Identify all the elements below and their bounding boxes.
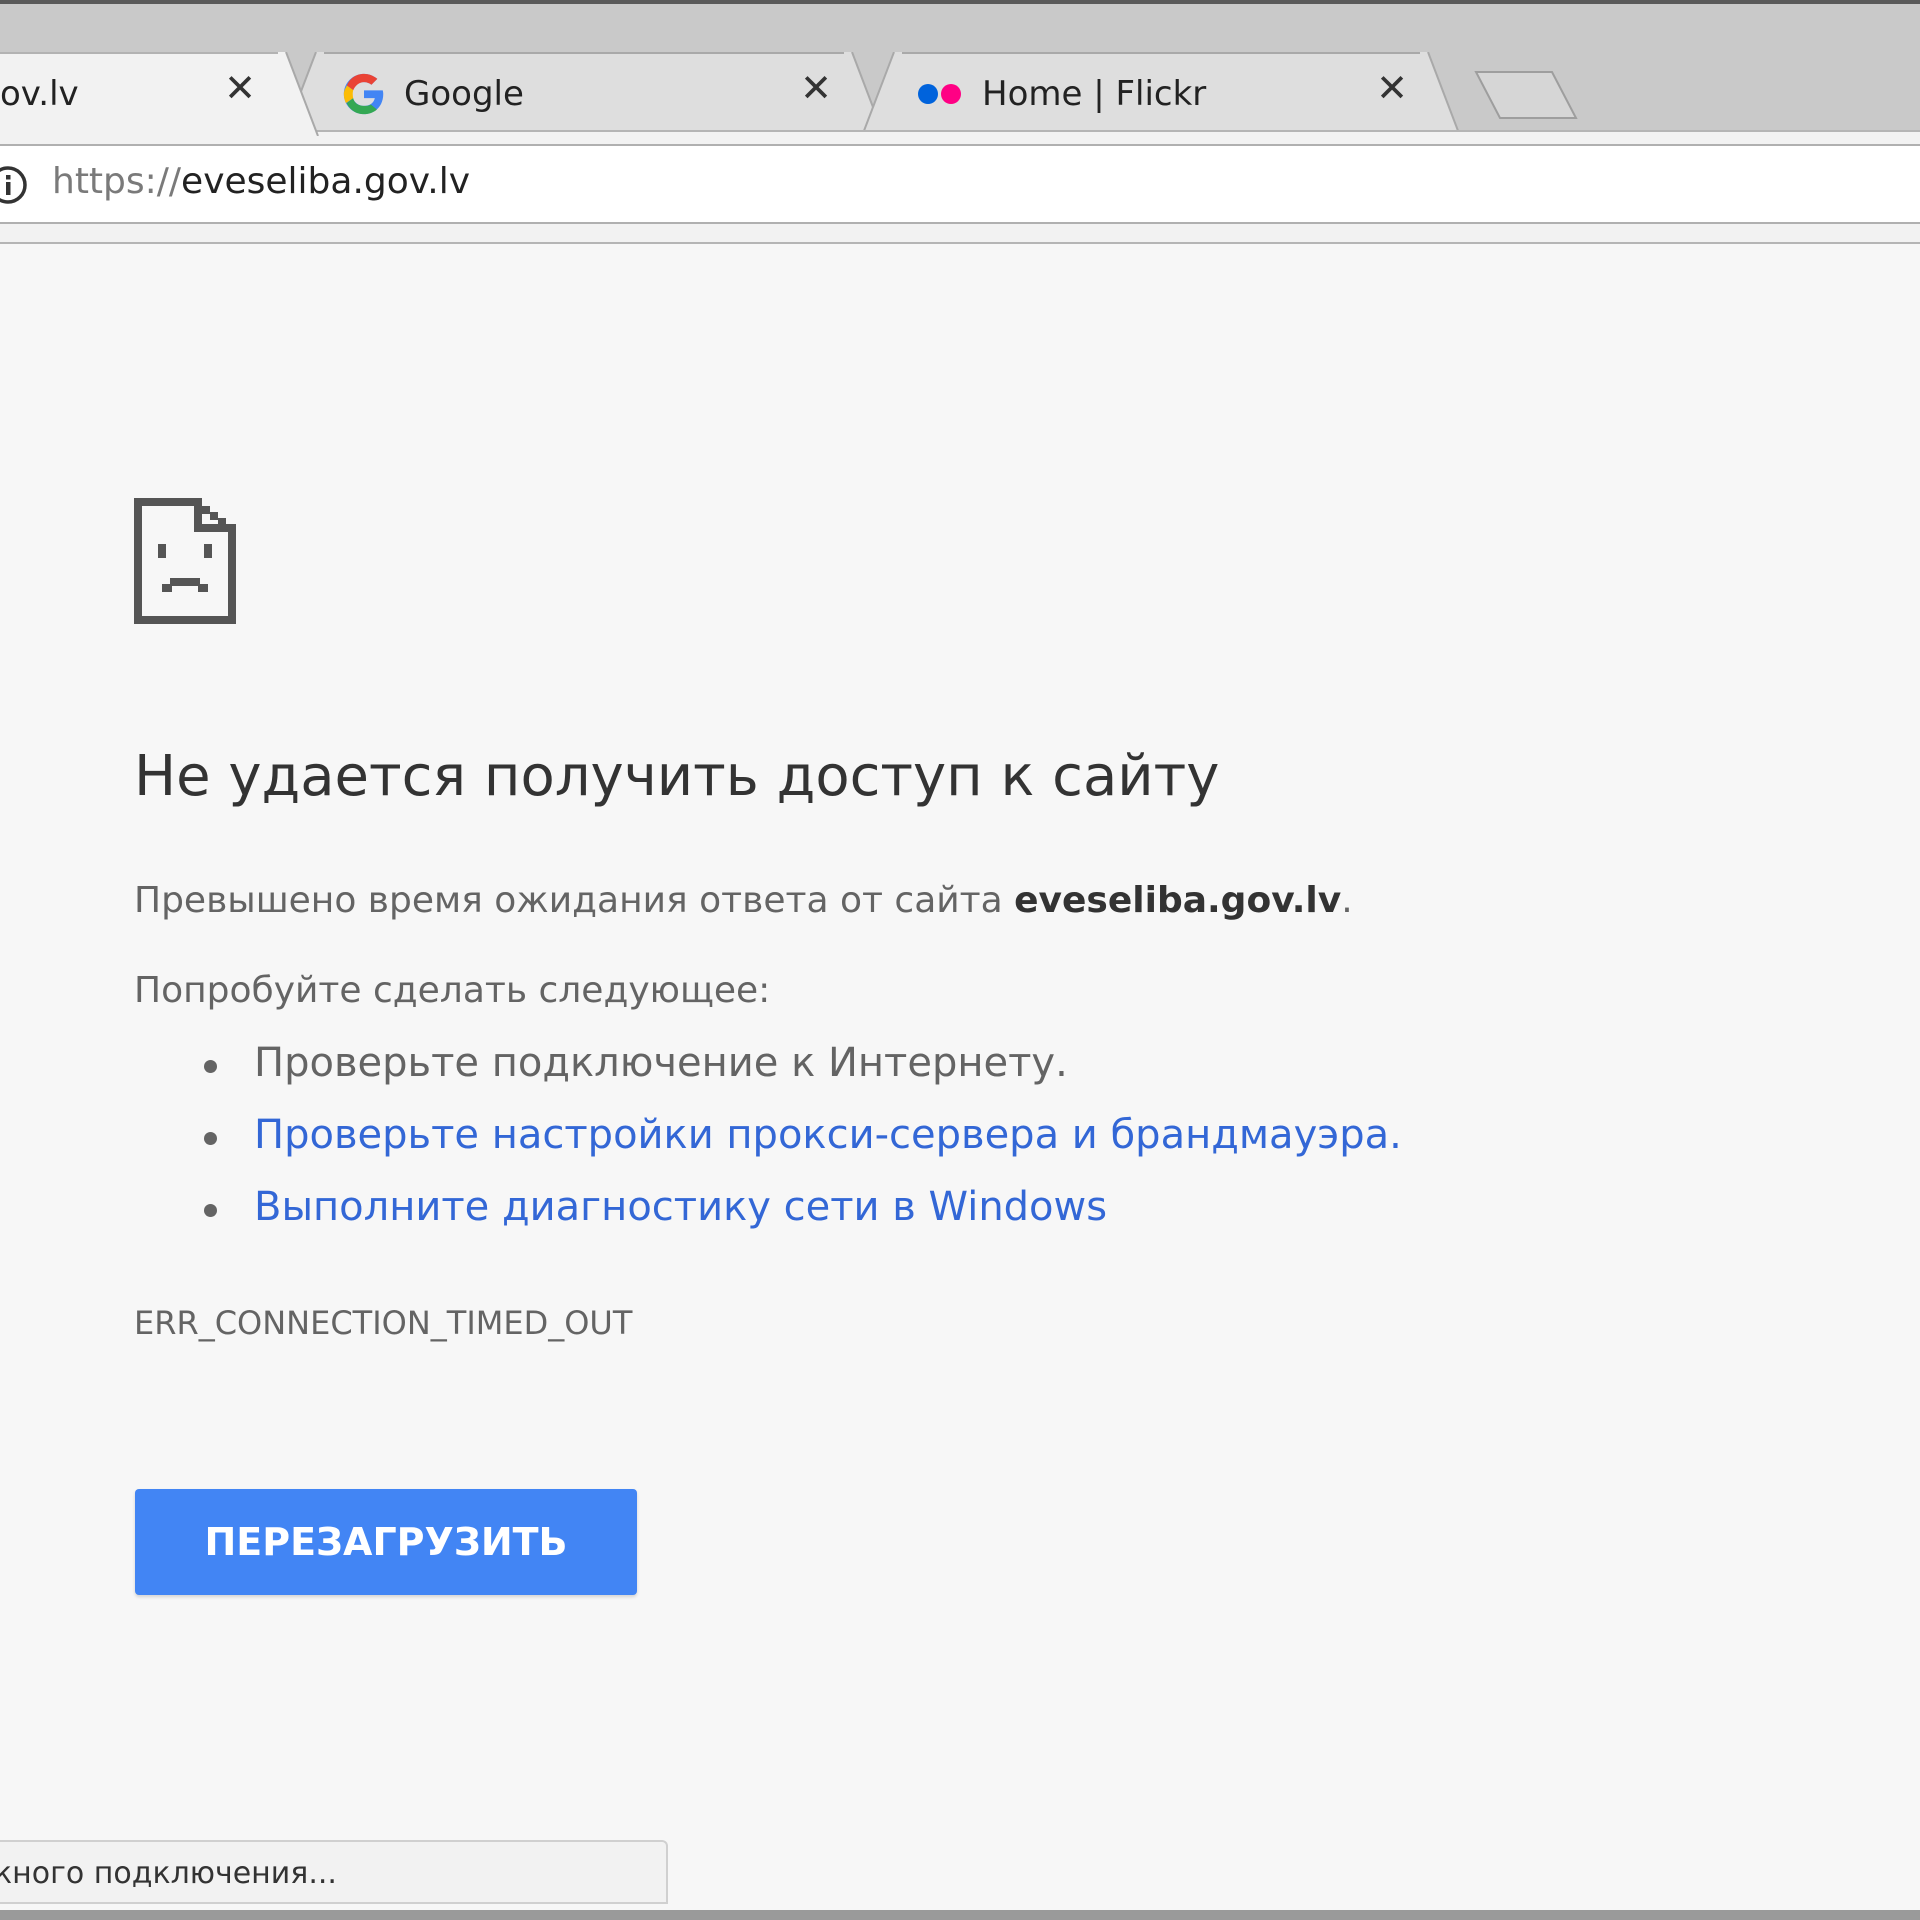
- tab-close-icon[interactable]: ✕: [796, 68, 836, 108]
- window-frame-bottom: [0, 1910, 1920, 1920]
- sad-document-icon: [134, 498, 236, 624]
- tab-flickr[interactable]: Home | Flickr ✕: [861, 52, 1461, 136]
- error-code: ERR_CONNECTION_TIMED_OUT: [134, 1304, 633, 1342]
- tab-strip: ov.lv ✕ Google ✕ Home | Flickr ✕: [0, 4, 1920, 136]
- reload-button[interactable]: ПЕРЕЗАГРУЗИТЬ: [135, 1489, 637, 1595]
- tab-google[interactable]: Google ✕: [283, 52, 885, 136]
- bullet-icon: [204, 1060, 217, 1073]
- summary-host: eveseliba.gov.lv: [1014, 880, 1342, 921]
- error-summary: Превышено время ожидания ответа от сайта…: [134, 880, 1353, 921]
- error-page: Не удается получить доступ к сайту Превы…: [0, 244, 1920, 1910]
- error-heading: Не удается получить доступ к сайту: [134, 744, 1220, 809]
- tab-title: Home | Flickr: [982, 74, 1207, 114]
- suggestion-network-diagnostics-link[interactable]: Выполните диагностику сети в Windows: [254, 1184, 1107, 1230]
- tab-close-icon[interactable]: ✕: [220, 68, 260, 108]
- google-g-icon: [343, 73, 384, 115]
- summary-suffix: .: [1341, 880, 1353, 921]
- info-icon[interactable]: [0, 163, 30, 207]
- suggestion-check-connection: Проверьте подключение к Интернету.: [254, 1040, 1068, 1086]
- summary-prefix: Превышено время ожидания ответа от сайта: [134, 880, 1015, 921]
- tab-edge: [861, 52, 902, 136]
- bullet-icon: [204, 1132, 217, 1145]
- suggestions-intro: Попробуйте сделать следующее:: [134, 970, 771, 1011]
- bullet-icon: [204, 1204, 217, 1217]
- new-tab-button[interactable]: [1472, 68, 1582, 122]
- address-bar[interactable]: https://eveseliba.gov.lv: [0, 144, 1920, 224]
- tab-title: Google: [404, 74, 524, 114]
- tab-edge: [278, 52, 319, 136]
- browser-toolbar: https://eveseliba.gov.lv: [0, 130, 1920, 244]
- tab-edge: [1420, 52, 1461, 136]
- address-url[interactable]: https://eveseliba.gov.lv: [52, 161, 470, 202]
- flickr-dots-icon: [918, 84, 961, 104]
- tab-eveseliba[interactable]: ov.lv ✕: [0, 52, 319, 136]
- suggestion-proxy-firewall-link[interactable]: Проверьте настройки прокси-сервера и бра…: [254, 1112, 1402, 1158]
- url-scheme: https://: [52, 161, 182, 202]
- status-bubble: кного подключения...: [0, 1840, 668, 1904]
- tab-title: ov.lv: [0, 74, 79, 114]
- url-host: eveseliba.gov.lv: [181, 161, 471, 202]
- tab-close-icon[interactable]: ✕: [1372, 68, 1412, 108]
- status-text: кного подключения...: [0, 1856, 337, 1891]
